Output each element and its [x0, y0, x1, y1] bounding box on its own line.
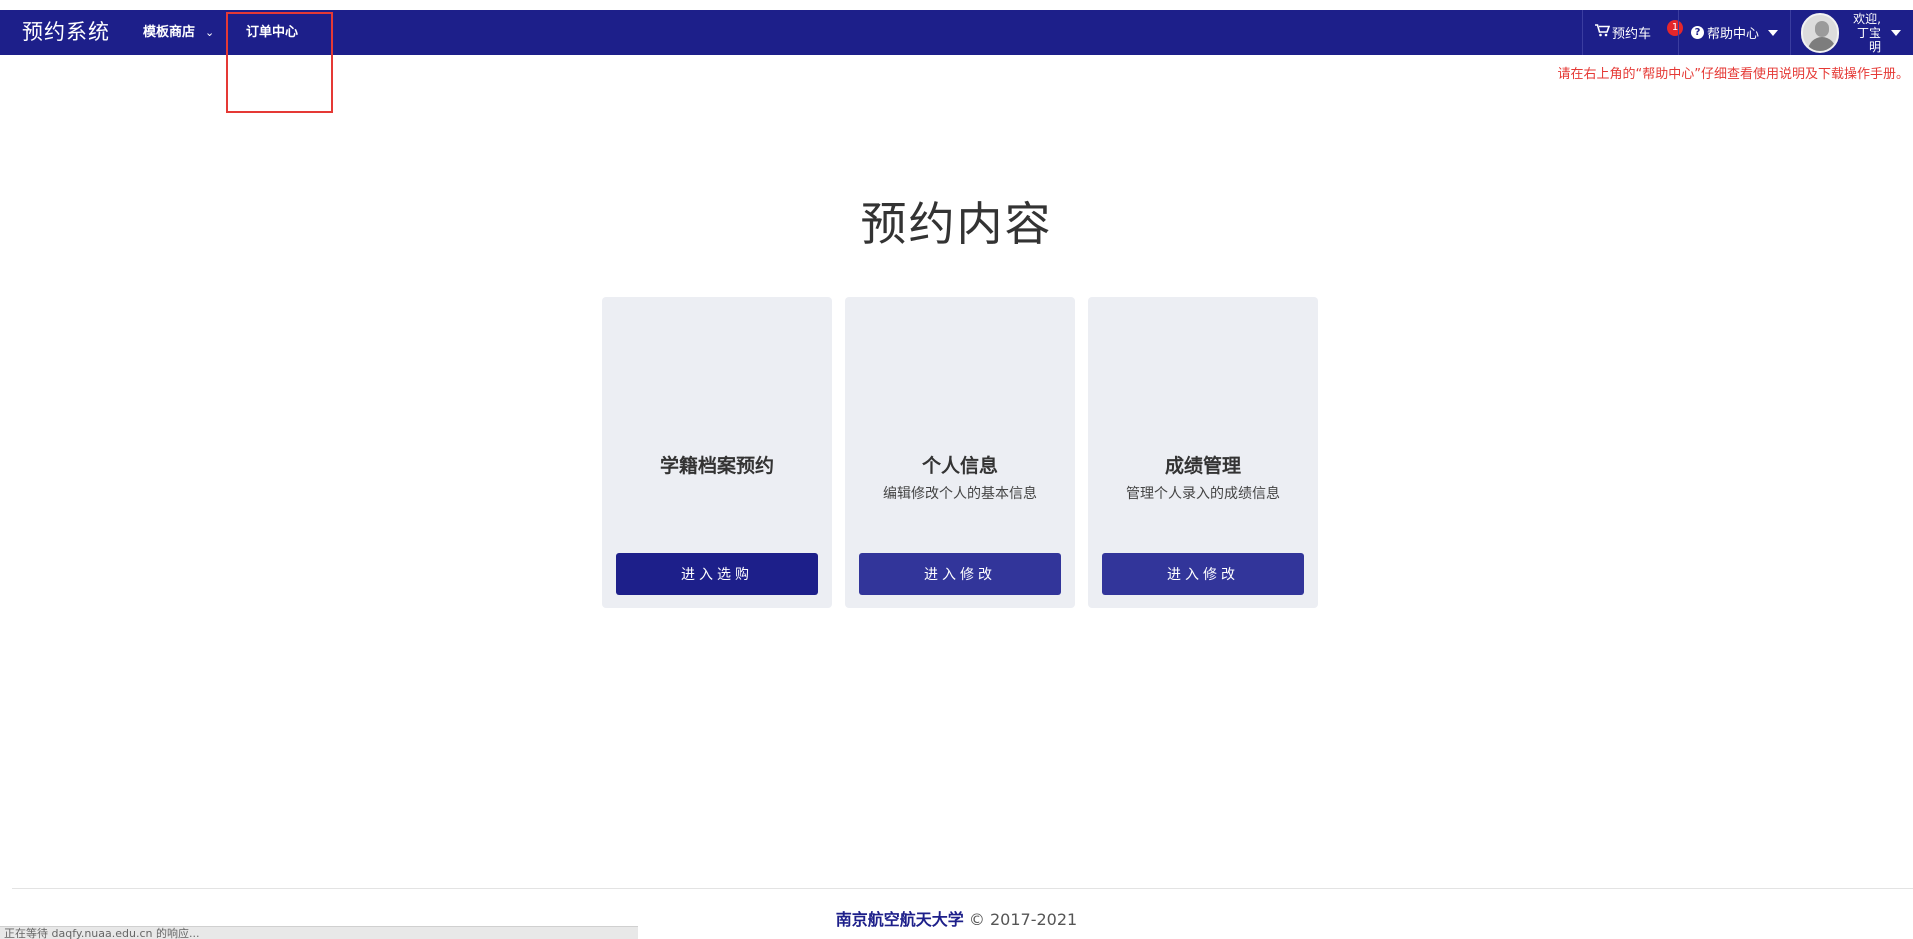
navbar: 预约系统 模板商店 ⌄ 订单中心 预约车 1 ? 帮助中心 欢迎, 丁宝明 [0, 10, 1913, 55]
card-title: 成绩管理 [1164, 455, 1241, 477]
enter-purchase-button[interactable]: 进入选购 [616, 553, 818, 595]
question-circle-icon: ? [1691, 26, 1704, 39]
top-strip [0, 0, 1913, 10]
brand-title[interactable]: 预约系统 [22, 10, 110, 55]
nav-order-center[interactable]: 订单中心 [246, 10, 298, 55]
welcome-text: 欢迎, [1853, 11, 1881, 26]
chevron-down-icon: ⌄ [205, 26, 215, 39]
cart-button[interactable]: 预约车 1 [1582, 10, 1683, 55]
edit-grades-button[interactable]: 进入修改 [1102, 553, 1304, 595]
nav-template-store[interactable]: 模板商店 ⌄ [143, 10, 214, 55]
nav-order-center-label: 订单中心 [246, 25, 299, 40]
footer-divider [12, 888, 1913, 889]
right-nav: 预约车 1 ? 帮助中心 欢迎, 丁宝明 [1582, 10, 1913, 55]
card-personal-info: 个人信息 编辑修改个人的基本信息 进入修改 [845, 297, 1075, 608]
card-desc: 管理个人录入的成绩信息 [1126, 486, 1280, 502]
help-notice: 请在右上角的“帮助中心”仔细查看使用说明及下载操作手册。 [1557, 67, 1909, 82]
page-title: 预约内容 [860, 197, 1053, 251]
nav-template-store-label: 模板商店 [143, 25, 196, 40]
cart-label: 预约车 [1612, 27, 1652, 42]
user-greeting: 欢迎, 丁宝明 [1847, 12, 1881, 54]
user-menu[interactable]: 欢迎, 丁宝明 [1790, 10, 1913, 55]
caret-down-icon [1891, 29, 1901, 36]
card-desc: 编辑修改个人的基本信息 [883, 486, 1037, 502]
edit-personal-info-button[interactable]: 进入修改 [859, 553, 1061, 595]
browser-status-bar: 正在等待 daqfy.nuaa.edu.cn 的响应... [0, 926, 638, 939]
card-grade-management: 成绩管理 管理个人录入的成绩信息 进入修改 [1088, 297, 1318, 608]
card-title: 个人信息 [921, 455, 998, 477]
cart-icon [1595, 24, 1611, 41]
avatar [1801, 12, 1839, 53]
footer-copyright: © 2017-2021 [968, 910, 1078, 929]
help-center-label: 帮助中心 [1707, 27, 1760, 42]
help-center-menu[interactable]: ? 帮助中心 [1678, 10, 1790, 55]
user-name: 丁宝明 [1856, 25, 1881, 54]
card-archive-reservation: 学籍档案预约 进入选购 [602, 297, 832, 608]
footer-university[interactable]: 南京航空航天大学 [836, 910, 964, 929]
card-title: 学籍档案预约 [659, 455, 774, 477]
caret-down-icon [1768, 29, 1778, 36]
